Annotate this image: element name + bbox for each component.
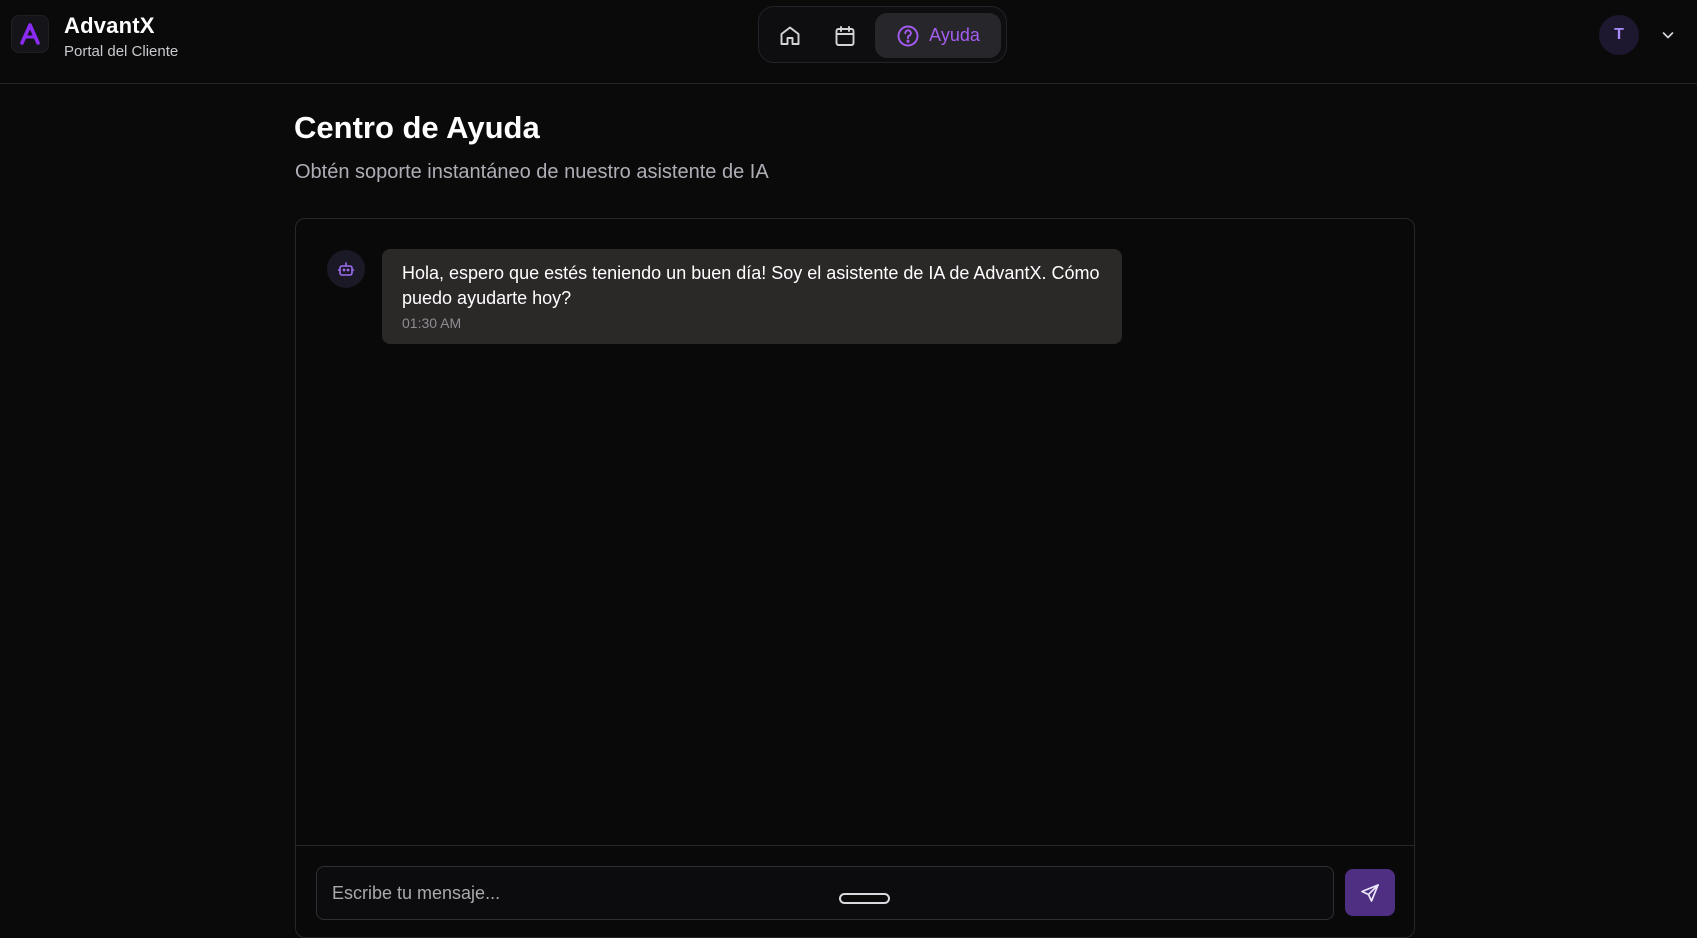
home-icon bbox=[780, 26, 800, 45]
nav-help-button[interactable]: Ayuda bbox=[875, 13, 1001, 58]
page-title: Centro de Ayuda bbox=[294, 110, 540, 145]
send-button[interactable] bbox=[1345, 869, 1395, 916]
chat-panel: Hola, espero que estés teniendo un buen … bbox=[295, 218, 1415, 938]
bot-message-bubble: Hola, espero que estés teniendo un buen … bbox=[382, 249, 1122, 344]
message-text: Hola, espero que estés teniendo un buen … bbox=[402, 263, 1100, 308]
advantx-logo-icon[interactable] bbox=[11, 15, 49, 53]
message-timestamp: 01:30 AM bbox=[402, 315, 462, 331]
page-subtitle: Obtén soporte instantáneo de nuestro asi… bbox=[295, 161, 769, 183]
brand-subtitle: Portal del Cliente bbox=[64, 43, 179, 60]
nav-calendar-button[interactable] bbox=[822, 13, 868, 58]
scroll-indicator[interactable] bbox=[839, 893, 890, 904]
bot-icon bbox=[337, 262, 355, 276]
main-nav: Ayuda bbox=[758, 6, 1007, 63]
nav-home-button[interactable] bbox=[767, 13, 813, 58]
brand-name: AdvantX bbox=[64, 13, 155, 38]
send-icon bbox=[1361, 883, 1379, 902]
bot-avatar bbox=[327, 250, 365, 288]
message-input[interactable] bbox=[316, 866, 1334, 920]
chevron-down-icon[interactable] bbox=[1659, 26, 1677, 44]
nav-help-label: Ayuda bbox=[929, 25, 980, 45]
top-bar: AdvantX Portal del Cliente Ayuda T bbox=[0, 0, 1697, 84]
user-avatar[interactable]: T bbox=[1599, 15, 1639, 55]
composer-divider bbox=[296, 845, 1414, 846]
calendar-icon bbox=[835, 25, 855, 46]
help-circle-icon bbox=[897, 25, 919, 46]
